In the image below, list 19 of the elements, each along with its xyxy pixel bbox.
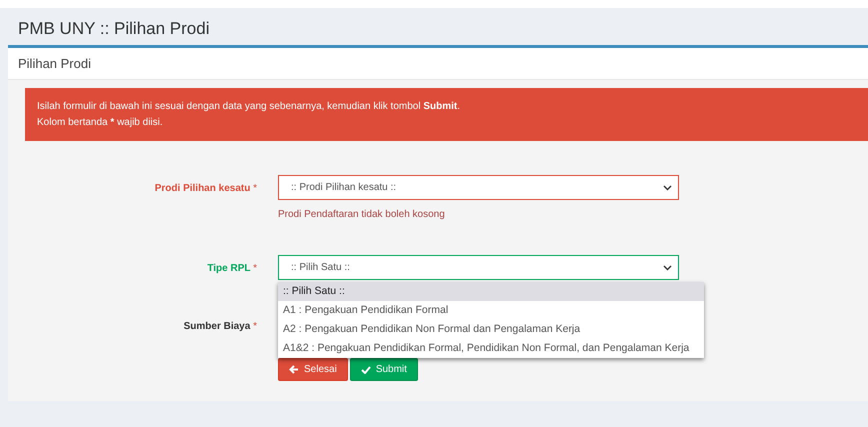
field-label: Tipe RPL * (207, 262, 257, 276)
select-field[interactable]: :: Prodi Pilihan kesatu :: (278, 175, 679, 200)
alert-text: Kolom bertanda * wajib diisi. (37, 116, 163, 130)
panel-title: Pilihan Prodi (18, 54, 91, 73)
field-label: Sumber Biaya * (184, 320, 257, 334)
chevron-down-icon (663, 264, 672, 270)
field-label: Prodi Pilihan kesatu * (154, 182, 257, 196)
validation-message: Prodi Pendaftaran tidak boleh kosong (278, 208, 445, 222)
dropdown-option[interactable]: A1&2 : Pengakuan Pendidikan Formal, Pendidikan Non Formal, dan Pengalaman Kerja (278, 339, 704, 358)
dropdown-option[interactable]: A1 : Pengakuan Pendidikan Formal (278, 301, 704, 320)
select-field[interactable]: :: Pilih Satu :: (278, 255, 679, 280)
alert-text: Isilah formulir di bawah ini sesuai dengan data yang sebenarnya, kemudian klik tombol Submit. (37, 100, 460, 114)
back-button[interactable]: Selesai (278, 358, 348, 381)
check-icon (360, 366, 371, 374)
dropdown-option[interactable]: :: Pilih Satu :: (278, 282, 704, 301)
arrow-left-icon (289, 365, 299, 374)
page-title: PMB UNY :: Pilihan Prodi (18, 18, 210, 40)
chevron-down-icon (663, 184, 672, 190)
dropdown-option[interactable]: A2 : Pengakuan Pendidikan Non Formal dan Pengalaman Kerja (278, 320, 704, 339)
